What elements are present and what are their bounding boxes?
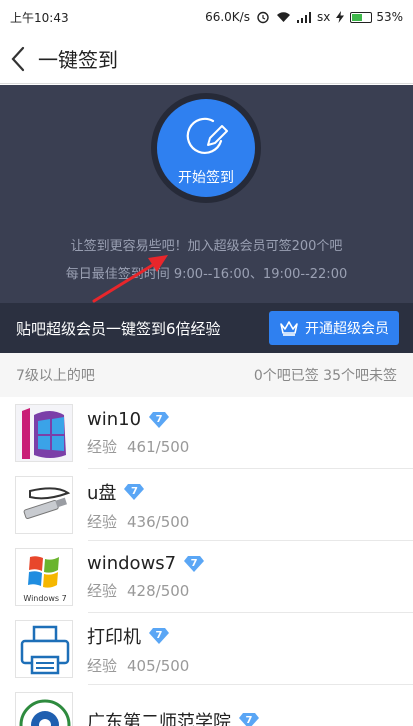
windows7-logo-icon: Windows 7	[16, 549, 72, 605]
level-number: 7	[130, 485, 138, 497]
printer-thumbnail	[15, 620, 73, 678]
status-bar: 上午10:43 66.0K/s sx 53%	[0, 0, 413, 34]
printer-icon	[16, 621, 72, 677]
start-sign-label: 开始签到	[178, 170, 234, 186]
battery-icon	[350, 11, 373, 23]
exp-label: 经验	[87, 512, 118, 531]
sign-hero: 开始签到 让签到更容易些吧！加入超级会员可签200个吧 每日最佳签到时间 9:0…	[0, 85, 413, 303]
exp-value: 405/500	[127, 656, 190, 675]
windows7-logo-text: Windows 7	[23, 594, 66, 603]
sign-button-ring: 开始签到	[151, 93, 261, 203]
school-emblem-icon	[16, 693, 72, 726]
vip-hint: 让签到更容易些吧！加入超级会员可签200个吧	[70, 239, 343, 254]
sign-count: 0个吧已签 35个吧未签	[253, 368, 397, 384]
start-sign-button[interactable]: 开始签到	[157, 99, 255, 197]
page-title: 一键签到	[38, 48, 118, 72]
bar-list: win10 7 经验 461/500 u盘 7 经验 436/500 Windo…	[0, 397, 413, 726]
list-item[interactable]: win10 7 经验 461/500	[0, 397, 413, 469]
bar-name: 打印机	[87, 626, 141, 648]
exp-value: 436/500	[127, 512, 190, 531]
level-badge: 7	[239, 712, 259, 726]
section-header: 7级以上的吧 0个吧已签 35个吧未签	[0, 353, 413, 397]
chevron-left-icon	[11, 46, 25, 71]
level-badge: 7	[184, 555, 205, 573]
app-header: 一键签到	[0, 34, 413, 84]
bar-name: u盘	[87, 482, 117, 504]
network-speed: 66.0K/s	[205, 10, 250, 24]
list-item[interactable]: Windows 7 windows7 7 经验 428/500	[0, 541, 413, 613]
list-item[interactable]: u盘 7 经验 436/500	[0, 469, 413, 541]
exp-value: 428/500	[127, 582, 190, 600]
vip-promo-bar: 贴吧超级会员一键签到6倍经验 开通超级会员	[0, 303, 413, 353]
list-item[interactable]: 广东第二师范学院 7	[0, 685, 413, 726]
level-number: 7	[245, 715, 253, 726]
exp-label: 经验	[87, 582, 118, 600]
level-number: 7	[155, 413, 163, 425]
signal-icon	[296, 11, 311, 23]
best-time-hint: 每日最佳签到时间 9:00--16:00、19:00--22:00	[65, 267, 348, 282]
carrier-label: sx	[316, 10, 331, 24]
usb-drive-icon	[16, 477, 72, 533]
windows7-thumbnail: Windows 7	[15, 548, 73, 606]
open-vip-label: 开通超级会员	[305, 321, 389, 337]
battery-percent: 53%	[376, 10, 403, 24]
red-arrow-annotation	[92, 255, 168, 303]
open-vip-button[interactable]: 开通超级会员	[269, 311, 399, 345]
bar-name: windows7	[87, 553, 177, 574]
bar-name: 广东第二师范学院	[87, 712, 231, 726]
alarm-icon	[256, 10, 270, 24]
status-icons: 66.0K/s sx 53%	[205, 10, 403, 24]
exp-value: 461/500	[127, 438, 190, 456]
wifi-icon	[276, 11, 291, 23]
section-title: 7级以上的吧	[16, 368, 95, 384]
vip-promo-text: 贴吧超级会员一键签到6倍经验	[16, 319, 221, 338]
battery-indicator: 53%	[350, 10, 403, 24]
level-badge: 7	[149, 627, 169, 645]
back-button[interactable]	[0, 34, 36, 84]
level-number: 7	[155, 629, 163, 641]
level-number: 7	[190, 557, 198, 569]
sign-pen-icon	[186, 117, 228, 154]
win10-thumbnail	[15, 404, 73, 462]
win10-logo-icon	[16, 405, 72, 461]
level-badge: 7	[149, 411, 170, 429]
status-time: 上午10:43	[10, 10, 69, 25]
school-thumbnail	[15, 692, 73, 726]
exp-label: 经验	[87, 438, 118, 456]
usb-drive-thumbnail	[15, 476, 73, 534]
crown-icon	[280, 321, 298, 336]
charging-icon	[336, 11, 345, 23]
bar-name: win10	[87, 409, 142, 430]
level-badge: 7	[124, 483, 145, 501]
exp-label: 经验	[87, 656, 118, 675]
list-item[interactable]: 打印机 7 经验 405/500	[0, 613, 413, 685]
